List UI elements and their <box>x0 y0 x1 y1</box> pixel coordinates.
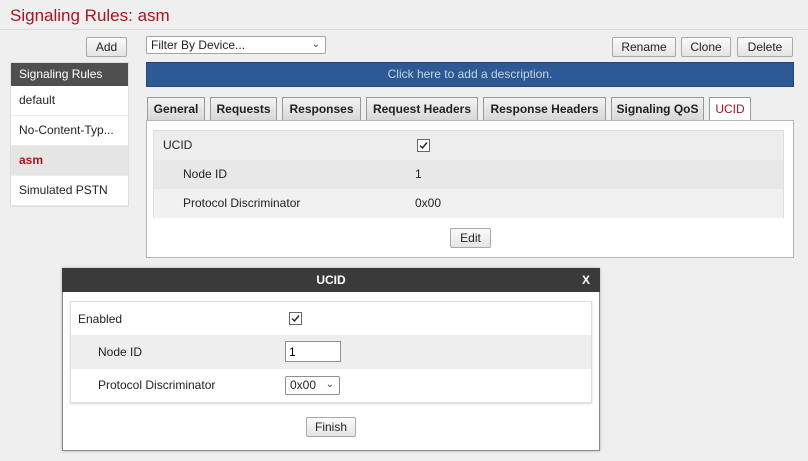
chevron-down-icon: ⌄ <box>311 39 320 50</box>
dialog-node-id-row: Node ID <box>71 335 591 369</box>
protocol-discriminator-value: 0x00 <box>415 196 442 210</box>
sidebar-item-asm[interactable]: asm <box>11 146 128 176</box>
enabled-checkbox[interactable] <box>289 312 302 325</box>
sidebar-item-default[interactable]: default <box>11 86 128 116</box>
rename-button[interactable]: Rename <box>612 37 676 57</box>
tab-requests[interactable]: Requests <box>210 97 277 121</box>
check-icon <box>419 142 428 150</box>
finish-button[interactable]: Finish <box>306 417 356 437</box>
protocol-discriminator-row: Protocol Discriminator 0x00 <box>154 189 783 218</box>
node-id-value: 1 <box>415 167 422 181</box>
filter-select-value: Filter By Device... <box>151 38 246 52</box>
filter-by-device-select[interactable]: Filter By Device... ⌄ <box>146 36 326 54</box>
delete-button[interactable]: Delete <box>737 37 793 57</box>
page-title: Signaling Rules: asm <box>10 6 170 25</box>
tab-ucid[interactable]: UCID <box>709 97 751 122</box>
signaling-rules-sidebar: Signaling Rules default No-Content-Typ..… <box>10 62 129 207</box>
protocol-discriminator-select[interactable]: 0x00 ⌄ <box>285 376 340 395</box>
close-icon[interactable]: X <box>582 268 598 292</box>
dialog-title: UCID <box>62 268 600 292</box>
sidebar-item-no-content-type[interactable]: No-Content-Typ... <box>11 116 128 146</box>
check-icon <box>291 315 300 323</box>
node-id-row: Node ID 1 <box>154 160 783 189</box>
protocol-select-value: 0x00 <box>290 378 317 392</box>
dialog-node-id-label: Node ID <box>98 345 143 359</box>
clone-button[interactable]: Clone <box>681 37 731 57</box>
tab-signaling-qos[interactable]: Signaling QoS <box>611 97 704 121</box>
chevron-down-icon: ⌄ <box>325 379 334 390</box>
sidebar-item-simulated-pstn[interactable]: Simulated PSTN <box>11 176 128 206</box>
ucid-row: UCID <box>154 131 783 160</box>
tab-request-headers[interactable]: Request Headers <box>366 97 478 121</box>
dialog-protocol-row: Protocol Discriminator 0x00 ⌄ <box>71 368 591 402</box>
ucid-checkbox-readonly <box>417 139 430 152</box>
ucid-label: UCID <box>163 138 193 152</box>
tab-responses[interactable]: Responses <box>282 97 361 121</box>
node-id-label: Node ID <box>183 167 228 181</box>
tab-general[interactable]: General <box>147 97 205 121</box>
add-description-bar[interactable]: Click here to add a description. <box>146 62 794 87</box>
tab-response-headers[interactable]: Response Headers <box>483 97 606 121</box>
add-button[interactable]: Add <box>86 37 127 57</box>
protocol-discriminator-label: Protocol Discriminator <box>183 196 301 210</box>
sidebar-header: Signaling Rules <box>11 63 128 86</box>
title-divider <box>0 29 808 30</box>
dialog-protocol-label: Protocol Discriminator <box>98 378 216 392</box>
enabled-label: Enabled <box>78 312 123 326</box>
edit-button[interactable]: Edit <box>450 228 491 248</box>
enabled-row: Enabled <box>71 302 591 336</box>
node-id-input[interactable] <box>285 341 341 362</box>
